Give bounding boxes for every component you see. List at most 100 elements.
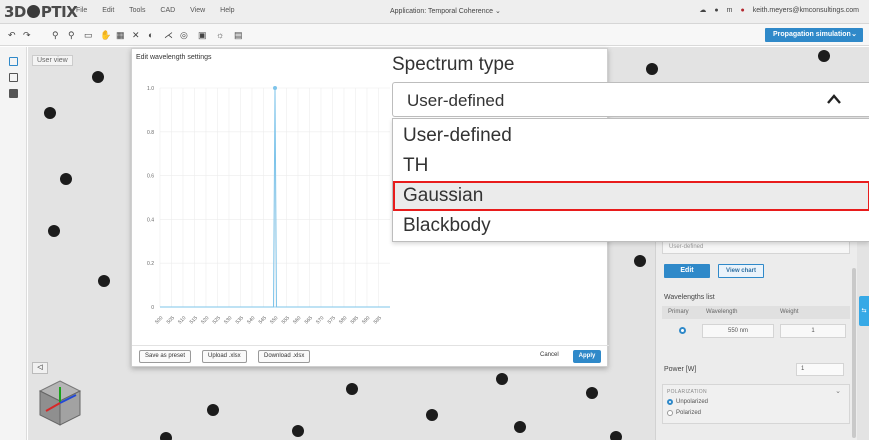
split-icon[interactable]: ⋌ (164, 30, 173, 41)
save-as-preset-button[interactable]: Save as preset (139, 350, 192, 363)
ray-icon[interactable]: ✕ (132, 30, 140, 41)
camera-icon[interactable]: ◎ (180, 30, 188, 41)
collapse-arrow-icon[interactable]: ◁ (32, 362, 48, 374)
cloud-icon[interactable]: ☁ (699, 6, 706, 14)
zoom-box-icon[interactable]: ▭ (84, 30, 93, 41)
menu-file[interactable]: File (76, 7, 87, 14)
y-tick-label: 0.2 (147, 261, 154, 267)
x-tick-label: 565 (304, 315, 314, 325)
x-tick-label: 560 (292, 315, 302, 325)
light-icon[interactable]: ☼ (216, 30, 224, 40)
unpolarized-label: Unpolarized (676, 399, 709, 405)
option-th[interactable]: TH (393, 151, 869, 181)
wavelength-cell[interactable]: 550 nm (702, 324, 774, 338)
redo-icon[interactable]: ↷ (23, 30, 31, 41)
x-tick-label: 575 (327, 315, 337, 325)
grid-dot (207, 404, 219, 416)
power-label: Power [W] (664, 366, 697, 373)
x-tick-label: 525 (212, 315, 222, 325)
x-tick-label: 515 (189, 315, 199, 325)
grid-dot (634, 255, 646, 267)
x-tick-label: 510 (177, 315, 187, 325)
x-tick-label: 540 (246, 315, 256, 325)
download-xlsx-button[interactable]: Download .xlsx (258, 350, 311, 363)
x-tick-label: 550 (269, 315, 279, 325)
spectrum-type-select[interactable]: User-defined (392, 82, 869, 117)
view-chart-button[interactable]: View chart (718, 264, 764, 278)
lens-icon[interactable]: ◐ (148, 30, 153, 40)
user-email[interactable]: keith.meyers@kmconsultings.com (753, 7, 859, 14)
chart-icon[interactable]: ▦ (116, 30, 125, 41)
x-tick-label: 535 (235, 315, 245, 325)
application-selector[interactable]: Application: Temporal Coherence ⌄ (390, 7, 501, 15)
apply-button[interactable]: Apply (573, 350, 601, 363)
panel-left-icon[interactable] (9, 73, 18, 82)
grid-dot (586, 387, 598, 399)
toolbar: ↶ ↷ ⚲ ⚲ ▭ ✋ ▦ ✕ ◐ ⋌ ◎ ▣ ☼ ▤ Propagation … (0, 24, 869, 46)
x-tick-label: 585 (350, 315, 360, 325)
wavelengths-list-title: Wavelengths list (664, 294, 715, 301)
option-blackbody[interactable]: Blackbody (393, 211, 869, 241)
option-gaussian[interactable]: Gaussian (393, 181, 869, 211)
grid-dot (514, 421, 526, 433)
x-tick-label: 555 (281, 315, 291, 325)
power-input[interactable]: 1 (796, 363, 844, 376)
grid-dot (60, 173, 72, 185)
application-title: Application: Temporal Coherence (390, 8, 493, 15)
modal-title: Edit wavelength settings (136, 54, 212, 61)
polarized-option[interactable]: Polarized (667, 410, 701, 416)
panel-dark-icon[interactable] (9, 89, 18, 98)
x-tick-label: 530 (223, 315, 233, 325)
edit-button[interactable]: Edit (664, 264, 710, 278)
menu-cad[interactable]: CAD (160, 7, 175, 14)
option-user-defined[interactable]: User-defined (393, 121, 869, 151)
zoom-in-icon[interactable]: ⚲ (52, 30, 59, 41)
grid-dot (426, 409, 438, 421)
user-avatar-icon[interactable]: ● (740, 7, 744, 14)
zoom-out-icon[interactable]: ⚲ (68, 30, 75, 41)
menu-tools[interactable]: Tools (129, 7, 145, 14)
wavelength-chart: 500 505 510 515 520 525 530 535 540 545 550 555 560 5… (147, 86, 390, 325)
undo-icon[interactable]: ↶ (8, 30, 16, 41)
polarization-section: POLARIZATION ⌄ Unpolarized Polarized (662, 384, 850, 424)
column-weight: Weight (780, 309, 799, 315)
radio-unpolarized[interactable] (667, 399, 673, 405)
menu-edit[interactable]: Edit (102, 7, 114, 14)
x-tick-label: 545 (258, 315, 268, 325)
x-tick-label: 520 (200, 315, 210, 325)
side-tab-button[interactable]: ⇆ (859, 296, 869, 326)
primary-radio[interactable] (679, 327, 686, 334)
y-tick-label: 0 (151, 305, 154, 311)
wavelengths-table-header: Primary Wavelength Weight (662, 306, 850, 319)
cancel-button[interactable]: Cancel (540, 352, 559, 358)
upload-xlsx-button[interactable]: Upload .xlsx (202, 350, 247, 363)
propagation-simulation-button[interactable]: Propagation simulation ⌄ (765, 28, 863, 42)
bell-icon[interactable]: ● (714, 7, 718, 14)
y-tick-label: 0.8 (147, 130, 154, 136)
panel-scrollbar[interactable] (852, 268, 856, 438)
y-tick-label: 0.6 (147, 174, 154, 180)
weight-cell[interactable]: 1 (780, 324, 846, 338)
menu-view[interactable]: View (190, 7, 205, 14)
modal-footer: Save as preset Upload .xlsx Download .xl… (132, 345, 609, 368)
chevron-down-icon[interactable]: ⌄ (835, 387, 841, 395)
orientation-cube-icon[interactable] (36, 377, 84, 431)
chevron-down-icon: ⌄ (851, 31, 857, 38)
grid-dot (346, 383, 358, 395)
frame-icon[interactable]: ▤ (234, 30, 243, 41)
grid-icon[interactable]: ▣ (198, 30, 207, 41)
grid-dot (646, 63, 658, 75)
user-area: ☁ ● m ● keith.meyers@kmconsultings.com (699, 6, 859, 15)
user-view-label[interactable]: User view (32, 55, 73, 66)
unpolarized-option[interactable]: Unpolarized (667, 399, 708, 405)
spectrum-type-field[interactable]: User-defined (662, 240, 850, 254)
column-primary: Primary (668, 309, 689, 315)
menu-help[interactable]: Help (220, 7, 234, 14)
grid-dot (92, 71, 104, 83)
pan-hand-icon[interactable]: ✋ (100, 30, 111, 41)
grid-dot (610, 431, 622, 440)
radio-polarized[interactable] (667, 410, 673, 416)
layout-icon[interactable] (9, 57, 18, 66)
user-initial: m (726, 6, 733, 14)
grid-dot (48, 225, 60, 237)
